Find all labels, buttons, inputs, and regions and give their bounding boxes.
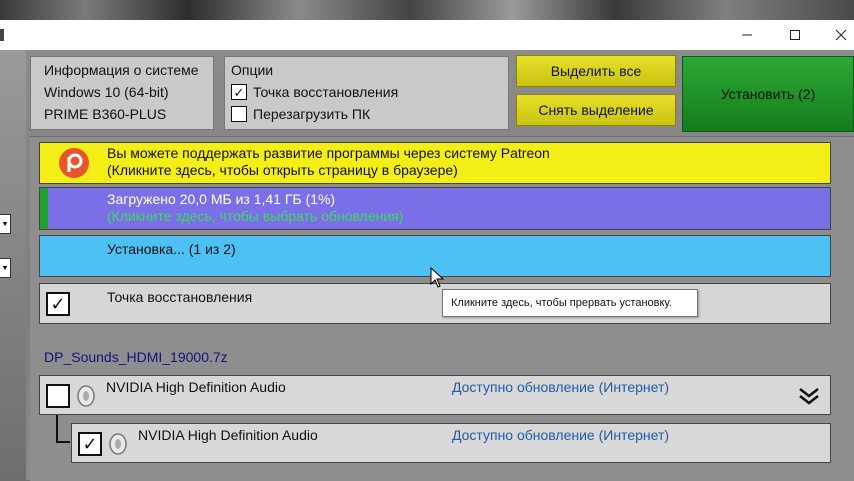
system-info-title: Информация о системе — [44, 62, 199, 78]
patreon-banner[interactable]: Вы можете поддержать развитие программы … — [39, 142, 831, 184]
sidebar-dropdown-1[interactable]: ▼ — [0, 214, 11, 234]
download-select-link[interactable]: (Кликните здесь, чтобы выбрать обновлени… — [107, 208, 830, 225]
left-sidebar: ▼ ▼ — [0, 50, 26, 480]
desktop-background — [0, 0, 854, 20]
mouse-cursor-icon — [430, 267, 445, 288]
download-status: Загружено 20,0 МБ из 1,41 ГБ (1%) — [107, 191, 336, 207]
download-progress-fill — [40, 188, 48, 229]
device-row-parent[interactable]: NVIDIA High Definition Audio Доступно об… — [39, 375, 831, 415]
window-titlebar — [0, 20, 854, 50]
device-checkbox-child[interactable]: ✓ — [78, 432, 102, 456]
minimize-icon[interactable] — [724, 20, 770, 50]
option-reboot[interactable]: Перезагрузить ПК — [231, 103, 508, 125]
device-status-parent: Доступно обновление (Интернет) — [452, 379, 670, 395]
reboot-label: Перезагрузить ПК — [253, 106, 371, 122]
driver-list-panel: Вы можете поддержать развитие программы … — [30, 136, 854, 481]
speaker-icon — [77, 385, 95, 407]
sidebar-dropdown-2[interactable]: ▼ — [0, 258, 11, 278]
restore-point-checkbox[interactable]: ✓ — [231, 84, 247, 100]
patreon-icon — [59, 148, 89, 178]
patreon-line-2: (Кликните здесь, чтобы открыть страницу … — [107, 162, 458, 178]
device-row-child[interactable]: ✓ NVIDIA High Definition Audio Доступно … — [71, 423, 831, 463]
cancel-install-tooltip: Кликните здесь, чтобы прервать установку… — [442, 289, 698, 317]
device-name-child: NVIDIA High Definition Audio — [138, 427, 318, 443]
option-restore-point[interactable]: ✓ Точка восстановления — [231, 81, 508, 103]
package-name: DP_Sounds_HDMI_19000.7z — [44, 349, 228, 365]
restore-row-checkbox[interactable]: ✓ — [46, 292, 70, 316]
maximize-icon[interactable] — [772, 20, 818, 50]
options-title: Опции — [231, 62, 274, 78]
device-status-child: Доступно обновление (Интернет) — [452, 427, 670, 443]
install-status-text: Установка... (1 из 2) — [107, 241, 236, 257]
install-button[interactable]: Установить (2) — [682, 56, 854, 132]
close-icon[interactable] — [818, 20, 854, 50]
restore-point-label: Точка восстановления — [253, 84, 399, 100]
device-name-parent: NVIDIA High Definition Audio — [106, 379, 286, 395]
options-panel: Опции ✓ Точка восстановления Перезагрузи… — [224, 56, 509, 130]
tree-connector — [56, 415, 70, 443]
app-body: ▼ ▼ Информация о системе Windows 10 (64-… — [0, 50, 854, 481]
system-info-panel: Информация о системе Windows 10 (64-bit)… — [30, 56, 214, 130]
patreon-line-1: Вы можете поддержать развитие программы … — [107, 145, 550, 161]
expand-chevron-icon[interactable] — [798, 386, 820, 406]
system-info-board: PRIME B360-PLUS — [44, 106, 167, 122]
reboot-checkbox[interactable] — [231, 106, 247, 122]
restore-point-row[interactable]: ✓ Точка восстановления — [39, 283, 831, 324]
select-all-button[interactable]: Выделить все — [516, 55, 676, 87]
deselect-button[interactable]: Снять выделение — [516, 94, 676, 126]
device-checkbox-parent[interactable] — [46, 384, 70, 408]
download-progress-bar[interactable]: Загружено 20,0 МБ из 1,41 ГБ (1%) (Кликн… — [39, 187, 831, 230]
system-info-os: Windows 10 (64-bit) — [44, 84, 169, 100]
titlebar-edge — [0, 29, 4, 41]
speaker-icon — [109, 433, 127, 455]
